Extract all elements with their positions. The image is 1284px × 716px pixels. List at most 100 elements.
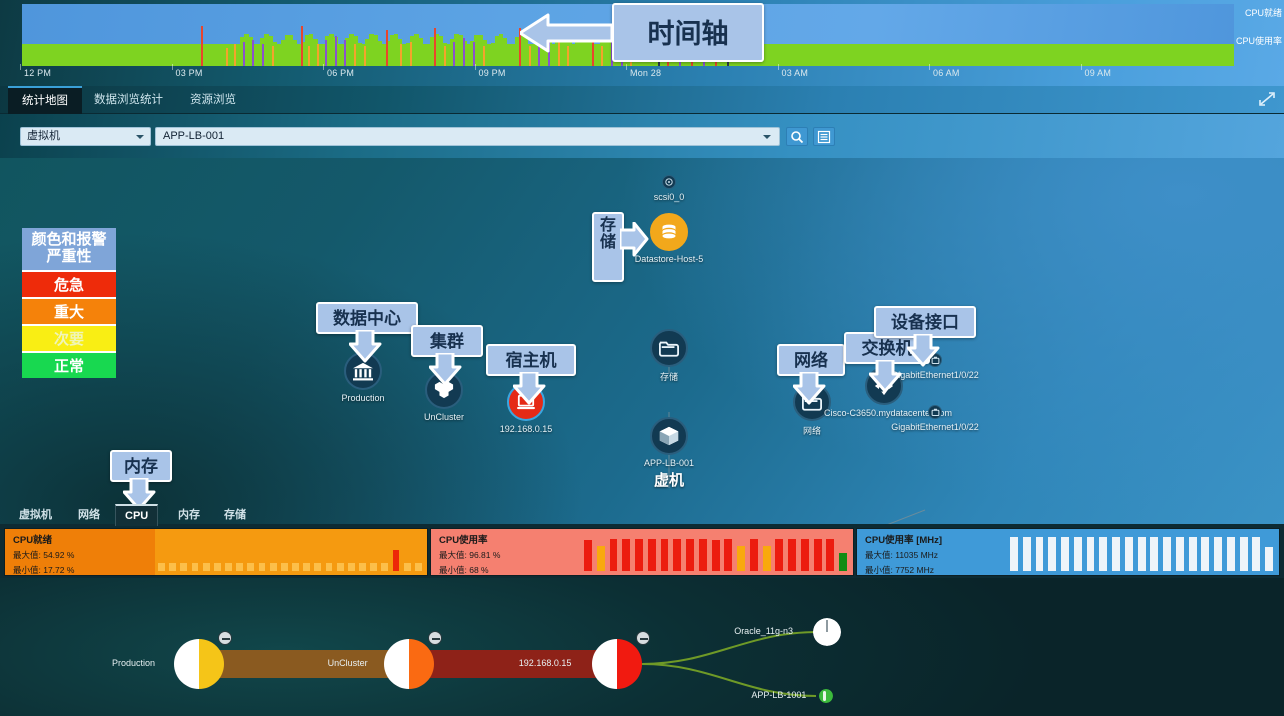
object-type-value: 虚拟机	[27, 130, 60, 142]
metric-bar	[280, 563, 288, 571]
collapse-badge[interactable]	[636, 631, 650, 645]
tab-2[interactable]: 资源浏览	[176, 86, 250, 114]
metric-panel-header: CPU使用率最大值: 96.81 % 最小值: 68 %	[431, 529, 581, 575]
metric-bar	[609, 539, 618, 571]
host-callout: 宿主机	[486, 344, 576, 405]
metric-tab-label: 虚拟机	[19, 509, 52, 521]
metric-title: CPU使用率	[439, 535, 488, 546]
metric-max: 最大值: 96.81 %	[439, 550, 501, 560]
relationship-link	[409, 650, 617, 678]
map-node-label: 192.168.0.15	[499, 424, 553, 434]
relationship-node-clus[interactable]	[384, 639, 434, 689]
metric-bar	[269, 563, 277, 571]
collapse-badge[interactable]	[428, 631, 442, 645]
map-node-label: APP-LB-001	[643, 458, 695, 468]
pie-left-half	[384, 639, 409, 689]
metric-panel-1[interactable]: CPU使用率最大值: 96.81 % 最小值: 68 %	[430, 528, 854, 576]
metric-bar	[813, 539, 822, 571]
metric-tab-CPU[interactable]: CPU	[115, 504, 159, 526]
metric-tab-label: 存储	[224, 509, 246, 521]
interface-icon[interactable]	[928, 405, 942, 419]
metric-tab-label: 内存	[178, 509, 200, 521]
metric-min: 最小值: 17.72 %	[13, 565, 75, 575]
metric-panel-header: CPU就绪 最大值: 54.92 % 最小值: 17.72 %	[5, 529, 155, 575]
pie-right-half	[617, 639, 642, 689]
pie-left-half	[174, 639, 199, 689]
metric-label-cpu-usage: CPU使用率	[1235, 36, 1282, 46]
map-node-storage[interactable]: 存储	[609, 329, 729, 383]
legend-title-line2: 严重性	[46, 248, 92, 266]
legend-item-3: 正常	[22, 350, 116, 378]
metric-bar	[1061, 537, 1069, 571]
chevron-down-icon[interactable]	[763, 135, 771, 139]
map-node-vm[interactable]: APP-LB-001 虚机	[609, 417, 729, 490]
folder-icon[interactable]	[650, 329, 688, 367]
metric-bar	[826, 539, 835, 571]
search-input[interactable]: APP-LB-001	[155, 127, 780, 146]
metric-bar	[236, 563, 244, 571]
metric-bar	[347, 563, 355, 571]
metric-panel-2[interactable]: CPU使用率 [MHz] 最大值: 11035 MHz 最小值: 7752 MHz	[856, 528, 1280, 576]
net-callout: 网络	[777, 344, 845, 405]
relationship-chart[interactable]: Production UnCluster 192.168.0.15 Oracle…	[0, 578, 1284, 716]
metric-bar	[303, 563, 311, 571]
topology-map[interactable]: 颜色和报警 严重性 危急 重大 次要 正常 scsi0_0 Datastore-Host…	[0, 158, 1284, 524]
legend-item-2: 次要	[22, 323, 116, 351]
object-type-select[interactable]: 虚拟机	[20, 127, 151, 146]
collapse-badge[interactable]	[218, 631, 232, 645]
relationship-node-applb[interactable]	[819, 689, 833, 703]
relationship-node-label: UnCluster	[327, 658, 368, 668]
metric-bar	[1099, 537, 1108, 571]
database-icon[interactable]	[650, 213, 688, 251]
cube-icon[interactable]	[650, 417, 688, 455]
relationship-node-label: Oracle_11g-n3	[734, 626, 794, 636]
timeline-tick: 09 PM	[474, 64, 506, 78]
metric-bar	[180, 563, 188, 571]
relationship-node-label: Production	[112, 658, 156, 668]
relationship-node-prod[interactable]	[174, 639, 224, 689]
metric-bar	[1048, 537, 1057, 571]
metric-bar	[660, 539, 669, 571]
timeline-tick: 06 PM	[322, 64, 355, 78]
metric-bars	[155, 529, 427, 575]
metric-title: CPU使用率 [MHz]	[865, 535, 943, 546]
disk-icon[interactable]	[662, 175, 676, 189]
timeline-tick: 12 PM	[19, 64, 52, 78]
pie-right-half	[409, 639, 434, 689]
metric-tab-虚拟机[interactable]: 虚拟机	[10, 504, 61, 526]
metric-tab-内存[interactable]: 内存	[169, 504, 209, 526]
map-node-label: 存储	[659, 372, 678, 382]
map-node-iface2[interactable]: GigabitEthernet1/0/22	[875, 405, 995, 432]
metric-bar	[359, 563, 366, 571]
list-view-button[interactable]	[813, 127, 835, 146]
metric-bar	[749, 539, 758, 571]
metric-bar	[1086, 537, 1095, 571]
relationship-node-label: 192.168.0.15	[518, 658, 572, 668]
metric-tab-存储[interactable]: 存储	[215, 504, 255, 526]
search-input-value: APP-LB-001	[163, 130, 225, 142]
metric-bar	[158, 563, 165, 571]
timeline-tick: 03 AM	[777, 64, 809, 78]
metric-bar	[1022, 537, 1031, 571]
metric-tab-bar[interactable]: 虚拟机 网络 CPU 内存 存储	[0, 504, 1284, 528]
metric-bar	[1239, 537, 1248, 571]
metric-label-cpu-ready: CPU就绪	[1244, 8, 1282, 18]
metric-tab-网络[interactable]: 网络	[69, 504, 109, 526]
metric-bar	[213, 563, 221, 571]
severity-legend: 颜色和报警 严重性 危急 重大 次要 正常	[22, 228, 116, 378]
tab-0[interactable]: 统计地图	[8, 86, 82, 114]
map-node-scsi[interactable]: scsi0_0	[609, 175, 729, 202]
metric-bar	[1073, 537, 1082, 571]
relationship-node-ora[interactable]	[813, 618, 841, 646]
timeline-tick: 03 PM	[171, 64, 203, 78]
tab-1[interactable]: 数据浏览统计	[80, 86, 177, 114]
metric-panel-0[interactable]: CPU就绪 最大值: 54.92 % 最小值: 17.72 %	[4, 528, 428, 576]
metric-min: 最小值: 68 %	[439, 565, 489, 575]
metric-bar	[1150, 537, 1159, 571]
search-button[interactable]	[786, 127, 808, 146]
mem-callout: 内存	[110, 450, 172, 511]
relationship-node-host[interactable]	[592, 639, 642, 689]
metric-bar	[1265, 547, 1274, 571]
main-tab-bar[interactable]: 统计地图 数据浏览统计 资源浏览	[0, 86, 1284, 114]
expand-icon[interactable]	[1258, 91, 1278, 109]
